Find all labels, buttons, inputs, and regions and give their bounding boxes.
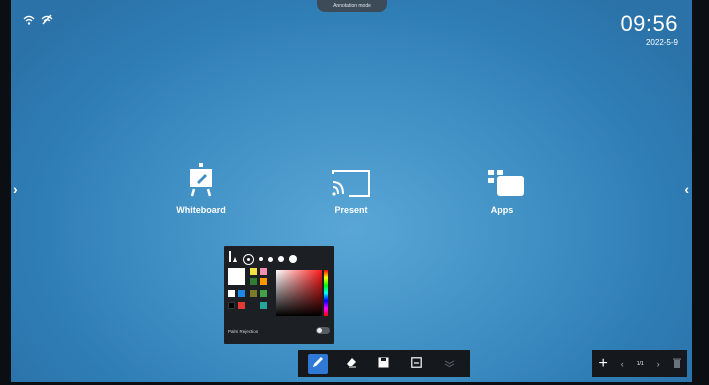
cast-icon — [306, 168, 396, 199]
eraser-tool-button[interactable] — [341, 354, 361, 374]
pen-tool-button[interactable] — [308, 353, 329, 374]
color-swatch[interactable] — [260, 290, 267, 297]
tile-label: Apps — [490, 205, 514, 215]
home-screen: Annotation mode 09:56 2022-5-9 › ‹ White… — [11, 0, 692, 382]
window-icon — [411, 355, 423, 373]
color-swatch-current[interactable] — [228, 268, 245, 285]
color-swatch[interactable] — [260, 278, 267, 285]
color-swatch[interactable] — [250, 268, 257, 275]
color-swatch[interactable] — [260, 268, 267, 275]
pen-style-icon[interactable] — [228, 250, 238, 268]
pen-size-1[interactable] — [243, 253, 254, 265]
tile-whiteboard[interactable]: Whiteboard — [156, 163, 246, 215]
color-swatch[interactable] — [250, 278, 257, 285]
wifi-icon — [23, 12, 35, 30]
save-icon — [378, 355, 389, 373]
tile-label: Whiteboard — [176, 205, 226, 215]
color-swatch[interactable] — [238, 302, 245, 309]
next-page-icon[interactable]: › — [657, 359, 660, 369]
clock: 09:56 2022-5-9 — [620, 12, 678, 49]
add-page-icon[interactable]: + — [598, 355, 607, 372]
annotation-toolbar — [298, 350, 470, 377]
palm-rejection-label: Palm Rejection — [228, 329, 259, 334]
whiteboard-icon — [156, 163, 246, 199]
tile-apps[interactable]: Apps — [457, 168, 547, 215]
status-bar — [23, 12, 53, 30]
tile-present[interactable]: Present — [306, 168, 396, 215]
pen-size-4[interactable] — [278, 256, 284, 262]
layers-tool-button[interactable] — [440, 354, 460, 374]
color-swatch[interactable] — [260, 302, 267, 309]
palm-rejection-toggle[interactable] — [316, 327, 330, 334]
wifi-off-icon — [41, 12, 53, 30]
pen-size-3[interactable] — [268, 256, 273, 262]
pen-size-5[interactable] — [289, 255, 297, 263]
left-drawer-arrow[interactable]: › — [13, 181, 18, 197]
page-indicator: 1/1 — [636, 360, 644, 367]
color-swatch[interactable] — [238, 290, 245, 297]
save-tool-button[interactable] — [374, 354, 394, 374]
pen-settings-panel: Palm Rejection — [224, 246, 334, 344]
color-swatch[interactable] — [228, 302, 235, 309]
pen-size-2[interactable] — [259, 257, 263, 261]
window-tool-button[interactable] — [407, 354, 427, 374]
page-navigator: + ‹ 1/1 › — [592, 350, 687, 377]
apps-icon — [457, 168, 547, 199]
layers-icon — [444, 355, 455, 373]
tile-label: Present — [334, 205, 368, 215]
pen-style-row — [228, 250, 297, 268]
eraser-icon — [345, 355, 357, 373]
prev-page-icon[interactable]: ‹ — [621, 359, 624, 369]
clock-time: 09:56 — [620, 11, 678, 36]
right-drawer-arrow[interactable]: ‹ — [684, 181, 689, 197]
pen-icon — [312, 355, 324, 373]
color-picker[interactable] — [276, 270, 322, 316]
annotation-mode-tab[interactable]: Annotation mode — [317, 0, 387, 12]
hue-slider[interactable] — [324, 270, 328, 316]
color-swatch[interactable] — [228, 290, 235, 297]
color-swatch[interactable] — [250, 290, 257, 297]
delete-page-icon[interactable] — [672, 358, 681, 370]
clock-date: 2022-5-9 — [645, 38, 678, 47]
